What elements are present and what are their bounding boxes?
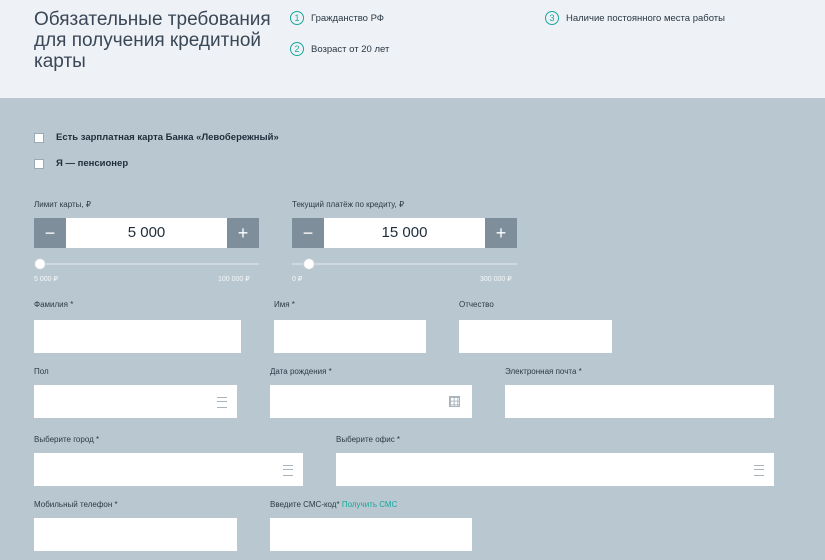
payment-min-label: 0 ₽: [292, 276, 303, 283]
checkbox-icon[interactable]: [34, 158, 44, 169]
office-select[interactable]: [336, 453, 774, 486]
limit-stepper: − 5 000 +: [34, 218, 259, 248]
requirement-employment: 3 Наличие постоянного места работы: [545, 11, 725, 25]
requirement-citizenship: 1 Гражданство РФ: [290, 11, 384, 25]
number-badge-icon: 1: [290, 11, 304, 25]
surname-label: Фамилия *: [34, 300, 74, 309]
checkbox-label: Я — пенсионер: [56, 158, 129, 169]
email-field[interactable]: [505, 385, 774, 418]
payment-max-label: 300 000 ₽: [480, 276, 512, 283]
number-badge-icon: 3: [545, 11, 559, 25]
surname-field[interactable]: [34, 320, 241, 353]
payment-stepper: − 15 000 +: [292, 218, 517, 248]
payment-label: Текущий платёж по кредиту, ₽: [292, 200, 405, 209]
payment-value[interactable]: 15 000: [324, 218, 485, 248]
requirements-panel: Обязательные требования для получения кр…: [0, 0, 825, 98]
requirement-text: Гражданство РФ: [311, 12, 385, 24]
patronymic-field[interactable]: [459, 320, 612, 353]
gender-label: Пол: [34, 367, 49, 376]
menu-icon: [217, 397, 227, 408]
gender-select[interactable]: [34, 385, 237, 418]
birthdate-field[interactable]: [270, 385, 472, 418]
phone-field[interactable]: [34, 518, 237, 551]
payment-slider-handle[interactable]: [303, 258, 315, 270]
birthdate-label: Дата рождения *: [270, 367, 332, 376]
limit-minus-button[interactable]: −: [34, 218, 66, 248]
get-sms-link[interactable]: Получить СМС: [342, 500, 398, 509]
name-field[interactable]: [274, 320, 426, 353]
patronymic-label: Отчество: [459, 300, 494, 309]
limit-slider[interactable]: [34, 258, 259, 270]
payment-plus-button[interactable]: +: [485, 218, 517, 248]
requirement-text: Наличие постоянного места работы: [566, 12, 725, 24]
name-label: Имя *: [274, 300, 295, 309]
limit-label: Лимит карты, ₽: [34, 200, 91, 209]
email-label: Электронная почта *: [505, 367, 582, 376]
sms-label-text: Введите СМС-код*: [270, 500, 340, 509]
sms-code-field[interactable]: [270, 518, 472, 551]
limit-value[interactable]: 5 000: [66, 218, 227, 248]
menu-icon: [283, 465, 293, 476]
phone-label: Мобильный телефон *: [34, 500, 118, 509]
pensioner-checkbox[interactable]: Я — пенсионер: [34, 158, 128, 169]
checkbox-icon[interactable]: [34, 132, 44, 143]
salary-card-checkbox[interactable]: Есть зарплатная карта Банка «Левобережны…: [34, 132, 279, 143]
limit-plus-button[interactable]: +: [227, 218, 259, 248]
payment-minus-button[interactable]: −: [292, 218, 324, 248]
requirements-title: Обязательные требования для получения кр…: [34, 9, 271, 72]
calendar-icon[interactable]: [449, 396, 460, 407]
limit-slider-handle[interactable]: [34, 258, 46, 270]
checkbox-label: Есть зарплатная карта Банка «Левобережны…: [56, 132, 279, 143]
limit-min-label: 5 000 ₽: [34, 276, 58, 283]
sms-label: Введите СМС-код* Получить СМС: [270, 500, 397, 509]
requirement-text: Возраст от 20 лет: [311, 43, 390, 55]
menu-icon: [754, 465, 764, 476]
city-label: Выберите город *: [34, 435, 100, 444]
office-label: Выберите офис *: [336, 435, 401, 444]
requirement-age: 2 Возраст от 20 лет: [290, 42, 389, 56]
city-select[interactable]: [34, 453, 303, 486]
number-badge-icon: 2: [290, 42, 304, 56]
limit-max-label: 100 000 ₽: [218, 276, 250, 283]
payment-slider[interactable]: [292, 258, 517, 270]
credit-card-form: Есть зарплатная карта Банка «Левобережны…: [0, 98, 825, 560]
